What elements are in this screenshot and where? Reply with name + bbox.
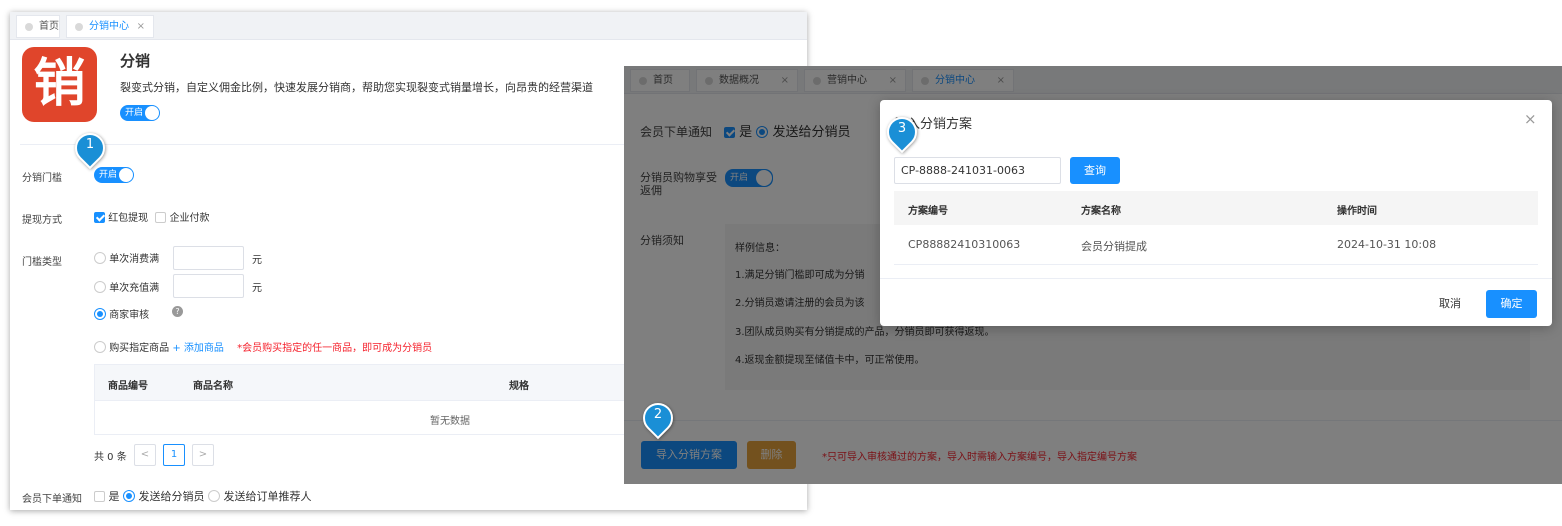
radio-send-referrer[interactable] [208,490,220,502]
checkbox-enterprise[interactable] [155,212,167,223]
pagination-prev[interactable]: < [134,444,156,466]
radio-single-recharge[interactable]: 单次充值满 [94,279,159,294]
marker-number: 1 [85,137,95,152]
table-empty-text: 暂无数据 [430,416,470,427]
option-label: 红包提现 [108,213,149,224]
tab-home[interactable]: 首页 [16,15,60,38]
step-marker: 1 [68,126,112,170]
notify-options: 是 发送给分销员 发送给订单推荐人 [94,488,312,504]
option-label: 单次充值满 [109,283,160,294]
tab-dot-icon [75,23,83,31]
app-logo: 销 [22,47,97,122]
help-icon[interactable]: ? [172,306,183,317]
close-icon[interactable]: × [1524,110,1537,128]
withdraw-label: 提现方式 [22,215,62,226]
marker-number: 2 [653,407,663,422]
buy-product-note: *会员购买指定的任一商品，即可成为分销员 [237,343,433,354]
tab-distribution[interactable]: 分销中心 × [66,15,154,38]
tab-dot-icon [25,23,33,31]
tab-label: 分销中心 [89,21,129,32]
radio-icon [94,281,106,293]
pagination-total: 共 0 条 [94,452,127,463]
option-label: 是 [108,490,120,503]
step-marker: 3 [880,110,924,154]
pagination-next[interactable]: > [192,444,214,466]
plan-code-input[interactable]: CP-8888-241031-0063 [894,157,1061,184]
option-label: 发送给分销员 [138,490,205,503]
column-header: 方案编号 [908,206,948,217]
toggle-knob [145,106,159,120]
tab-label: 首页 [39,21,59,32]
close-icon[interactable]: × [137,16,145,37]
radio-single-consume[interactable]: 单次消费满 [94,250,159,265]
option-label: 商家审核 [109,310,150,321]
radio-buy-product[interactable]: 购买指定商品 + 添加商品 *会员购买指定的任一商品，即可成为分销员 [94,339,432,354]
column-header: 方案名称 [1081,206,1121,217]
option-label: 发送给订单推荐人 [223,490,312,503]
table-header [894,191,1538,225]
app-title: 分销 [120,52,151,70]
type-label: 门槛类型 [22,257,62,268]
column-header: 商品名称 [193,381,233,392]
import-plan-dialog: 导入分销方案 × CP-8888-241031-0063 查询 方案编号 方案名… [880,100,1552,326]
table-row[interactable]: CP88882410310063 会员分销提成 2024-10-31 10:08 [894,225,1538,265]
pagination-page[interactable]: 1 [163,444,185,466]
plan-name-cell: 会员分销提成 [1081,240,1147,253]
withdraw-options: 红包提现 企业付款 [94,209,210,224]
consume-amount-input[interactable] [173,246,244,270]
confirm-button[interactable]: 确定 [1486,290,1537,318]
toggle-label: 开启 [99,170,118,180]
operation-time-cell: 2024-10-31 10:08 [1337,238,1437,251]
checkbox-redpacket[interactable] [94,212,105,223]
column-header: 商品编号 [108,381,148,392]
column-header: 操作时间 [1337,206,1377,217]
radio-merchant-review[interactable]: 商家审核 [94,306,149,321]
unit-label: 元 [252,255,262,266]
tab-bar: 首页 分销中心 × [10,12,807,40]
checkbox-notify[interactable] [94,491,105,502]
column-header: 规格 [509,381,529,392]
option-label: 购买指定商品 [109,343,170,354]
recharge-amount-input[interactable] [173,274,244,298]
plan-code-cell: CP88882410310063 [908,238,1021,251]
query-button[interactable]: 查询 [1070,157,1120,184]
add-product-link[interactable]: + 添加商品 [172,343,224,354]
option-label: 企业付款 [169,213,210,224]
notify-label: 会员下单通知 [22,494,82,505]
threshold-label: 分销门槛 [22,173,62,184]
toggle-knob [119,168,133,182]
step-marker: 2 [636,396,680,440]
app-toggle[interactable]: 开启 [120,105,160,121]
dialog-divider [880,278,1552,279]
threshold-toggle[interactable]: 开启 [94,167,134,183]
radio-send-distributor[interactable] [123,490,135,502]
unit-label: 元 [252,283,262,294]
toggle-label: 开启 [125,108,144,118]
cancel-button[interactable]: 取消 [1428,290,1472,318]
app-description: 裂变式分销，自定义佣金比例，快速发展分销商，帮助您实现裂变式销量增长，向昂贵的经… [120,81,593,94]
radio-icon [94,308,106,320]
marker-number: 3 [897,121,907,136]
radio-icon [94,252,106,264]
radio-icon [94,341,106,353]
option-label: 单次消费满 [109,254,160,265]
